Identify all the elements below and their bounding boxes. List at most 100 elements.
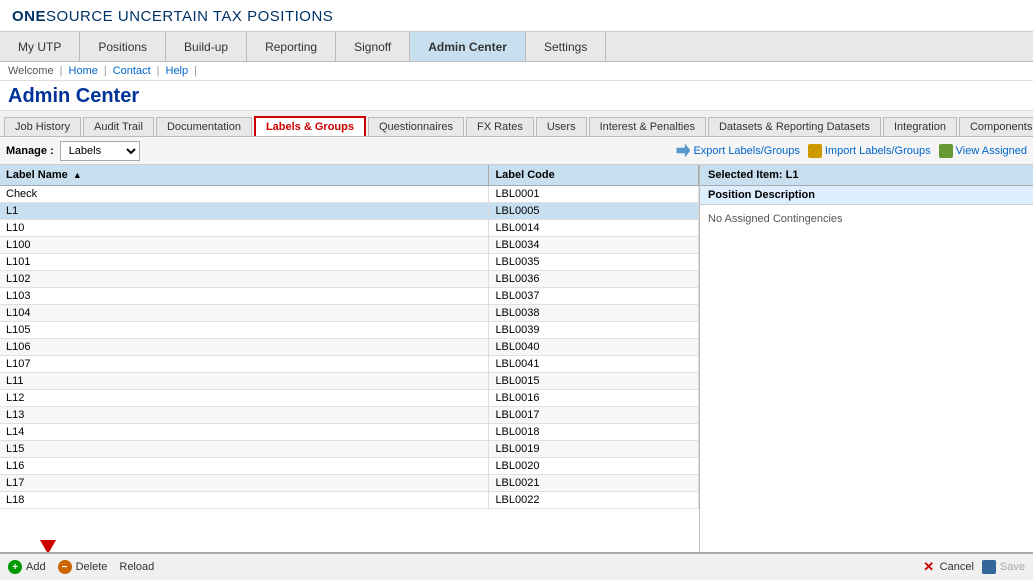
nav-reporting[interactable]: Reporting: [247, 32, 336, 61]
tab-datasets[interactable]: Datasets & Reporting Datasets: [708, 117, 881, 136]
save-label: Save: [1000, 561, 1025, 573]
nav-my-utp[interactable]: My UTP: [0, 32, 80, 61]
nav-buildup[interactable]: Build-up: [166, 32, 247, 61]
label-name-cell: L101: [0, 254, 489, 271]
app-title-bold: ONE: [12, 8, 46, 25]
label-name-cell: L105: [0, 322, 489, 339]
cancel-button[interactable]: ✕ Cancel: [922, 560, 974, 574]
manage-label: Manage :: [6, 145, 54, 157]
col-name-header[interactable]: Label Name ▲: [0, 165, 489, 186]
toolbar-left: Manage : Labels Groups: [6, 141, 140, 161]
label-code-cell: LBL0021: [489, 475, 699, 492]
toolbar: Manage : Labels Groups Export Labels/Gro…: [0, 137, 1033, 165]
nav-bar: My UTP Positions Build-up Reporting Sign…: [0, 32, 1033, 62]
label-name-cell: L103: [0, 288, 489, 305]
cancel-label: Cancel: [940, 561, 974, 573]
table-row[interactable]: CheckLBL0001: [0, 186, 699, 203]
label-name-cell: L100: [0, 237, 489, 254]
tab-labels-groups[interactable]: Labels & Groups: [254, 116, 366, 136]
add-button[interactable]: + Add: [8, 560, 46, 574]
label-code-cell: LBL0019: [489, 441, 699, 458]
label-code-cell: LBL0016: [489, 390, 699, 407]
table-row[interactable]: L14LBL0018: [0, 424, 699, 441]
reload-label: Reload: [119, 561, 154, 573]
export-button[interactable]: Export Labels/Groups: [676, 144, 799, 158]
table-row[interactable]: L1LBL0005: [0, 203, 699, 220]
table-row[interactable]: L17LBL0021: [0, 475, 699, 492]
label-code-cell: LBL0039: [489, 322, 699, 339]
import-button[interactable]: Import Labels/Groups: [808, 144, 931, 158]
table-row[interactable]: L102LBL0036: [0, 271, 699, 288]
cancel-icon: ✕: [922, 560, 936, 574]
tab-integration[interactable]: Integration: [883, 117, 957, 136]
label-code-cell: LBL0005: [489, 203, 699, 220]
right-panel-content: No Assigned Contingencies: [700, 205, 1033, 233]
manage-select[interactable]: Labels Groups: [60, 141, 140, 161]
delete-icon: −: [58, 560, 72, 574]
table-row[interactable]: L103LBL0037: [0, 288, 699, 305]
nav-positions[interactable]: Positions: [80, 32, 166, 61]
label-code-cell: LBL0001: [489, 186, 699, 203]
bottom-right: ✕ Cancel Save: [922, 560, 1025, 574]
nav-admin-center[interactable]: Admin Center: [410, 32, 526, 61]
label-name-cell: L10: [0, 220, 489, 237]
nav-settings[interactable]: Settings: [526, 32, 606, 61]
tab-questionnaires[interactable]: Questionnaires: [368, 117, 464, 136]
welcome-text: Welcome: [8, 65, 54, 77]
label-code-cell: LBL0035: [489, 254, 699, 271]
label-name-cell: L14: [0, 424, 489, 441]
tab-interest-penalties[interactable]: Interest & Penalties: [589, 117, 706, 136]
main-content: Label Name ▲ Label Code CheckLBL0001L1LB…: [0, 165, 1033, 579]
table-row[interactable]: L104LBL0038: [0, 305, 699, 322]
table-row[interactable]: L101LBL0035: [0, 254, 699, 271]
add-icon: +: [8, 560, 22, 574]
bottom-left: + Add − Delete Reload: [8, 560, 154, 574]
table-row[interactable]: L100LBL0034: [0, 237, 699, 254]
table-row[interactable]: L107LBL0041: [0, 356, 699, 373]
contact-link[interactable]: Contact: [113, 65, 151, 77]
label-code-cell: LBL0015: [489, 373, 699, 390]
label-code-cell: LBL0017: [489, 407, 699, 424]
label-name-cell: L16: [0, 458, 489, 475]
page-title-bar: Admin Center: [0, 81, 1033, 111]
view-assigned-button[interactable]: View Assigned: [939, 144, 1027, 158]
table-row[interactable]: L106LBL0040: [0, 339, 699, 356]
label-name-cell: L102: [0, 271, 489, 288]
delete-button[interactable]: − Delete: [58, 560, 108, 574]
tab-fx-rates[interactable]: FX Rates: [466, 117, 534, 136]
right-panel-sub-header: Position Description: [700, 186, 1033, 205]
toolbar-right: Export Labels/Groups Import Labels/Group…: [676, 144, 1027, 158]
tab-audit-trail[interactable]: Audit Trail: [83, 117, 154, 136]
import-label: Import Labels/Groups: [825, 145, 931, 157]
label-name-cell: L104: [0, 305, 489, 322]
table-row[interactable]: L105LBL0039: [0, 322, 699, 339]
table-row[interactable]: L11LBL0015: [0, 373, 699, 390]
table-row[interactable]: L10LBL0014: [0, 220, 699, 237]
home-link[interactable]: Home: [69, 65, 98, 77]
table-row[interactable]: L13LBL0017: [0, 407, 699, 424]
tab-components[interactable]: Components: [959, 117, 1033, 136]
table-row[interactable]: L18LBL0022: [0, 492, 699, 509]
table-row[interactable]: L15LBL0019: [0, 441, 699, 458]
bottom-bar: + Add − Delete Reload ✕ Cancel Save: [0, 552, 1033, 580]
label-name-cell: L12: [0, 390, 489, 407]
col-code-header[interactable]: Label Code: [489, 165, 699, 186]
app-title: ONESOURCE UNCERTAIN TAX POSITIONS: [12, 8, 333, 25]
tab-documentation[interactable]: Documentation: [156, 117, 252, 136]
table-scroll[interactable]: Label Name ▲ Label Code CheckLBL0001L1LB…: [0, 165, 699, 579]
label-code-cell: LBL0038: [489, 305, 699, 322]
save-button[interactable]: Save: [982, 560, 1025, 574]
label-code-cell: LBL0034: [489, 237, 699, 254]
help-link[interactable]: Help: [166, 65, 189, 77]
nav-signoff[interactable]: Signoff: [336, 32, 410, 61]
table-body: CheckLBL0001L1LBL0005L10LBL0014L100LBL00…: [0, 186, 699, 509]
table-row[interactable]: L16LBL0020: [0, 458, 699, 475]
table-row[interactable]: L12LBL0016: [0, 390, 699, 407]
tab-users[interactable]: Users: [536, 117, 587, 136]
left-panel: Label Name ▲ Label Code CheckLBL0001L1LB…: [0, 165, 700, 579]
label-name-cell: L15: [0, 441, 489, 458]
separator: |: [60, 65, 63, 77]
reload-button[interactable]: Reload: [119, 561, 154, 573]
tab-job-history[interactable]: Job History: [4, 117, 81, 136]
app-header: ONESOURCE UNCERTAIN TAX POSITIONS: [0, 0, 1033, 32]
